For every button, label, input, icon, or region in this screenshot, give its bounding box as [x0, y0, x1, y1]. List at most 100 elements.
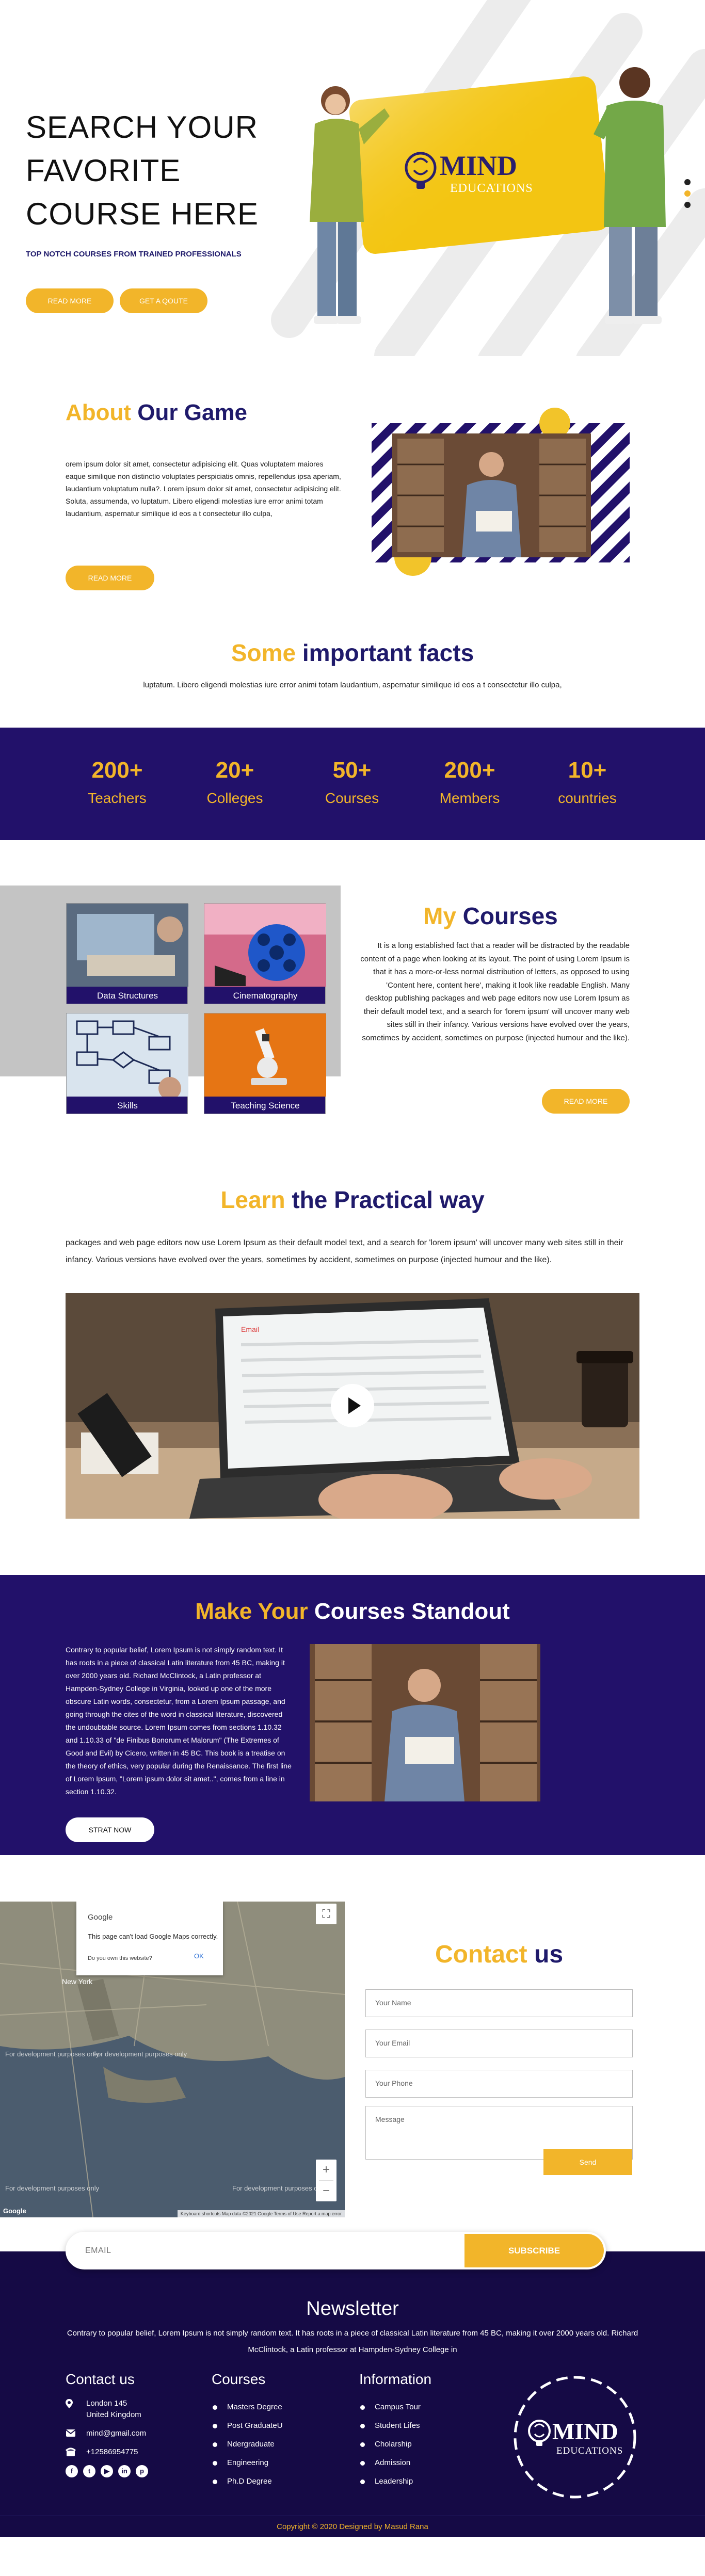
facts-title: Some important facts: [231, 639, 474, 666]
slider-dots[interactable]: [684, 178, 691, 209]
social-links: f t ▶ in p: [66, 2465, 148, 2477]
stats-band: 200+ Teachers 20+ Colleges 50+ Courses 200+…: [0, 728, 705, 840]
facebook-icon[interactable]: f: [66, 2465, 78, 2477]
footer-course-link[interactable]: Masters Degree: [212, 2398, 283, 2417]
zoom-out-icon[interactable]: −: [316, 2181, 337, 2201]
youtube-icon[interactable]: ▶: [101, 2465, 113, 2477]
email-field[interactable]: Your Email: [365, 2030, 633, 2057]
dialog-google-label: Google: [88, 1913, 113, 1922]
footer-courses-title: Courses: [212, 2371, 266, 2387]
email-icon: [66, 2429, 77, 2441]
footer-info-link[interactable]: Leadership: [359, 2472, 431, 2491]
fullscreen-icon[interactable]: ⛶: [316, 1904, 337, 1924]
standout-section: Make Your Courses Standout Contrary to p…: [0, 1575, 705, 1855]
screen-label: Email: [241, 1325, 259, 1333]
course-card-cinematography[interactable]: Cinematography: [204, 903, 326, 1004]
facts-text: luptatum. Libero eligendi molestias iure…: [143, 681, 562, 689]
name-field[interactable]: Your Name: [365, 1989, 633, 2017]
footer-information-title: Information: [359, 2371, 432, 2387]
footer-info-link[interactable]: Student Lifes: [359, 2417, 431, 2435]
hero-subtitle: TOP NOTCH COURSES FROM TRAINED PROFESSIO…: [26, 250, 242, 259]
map-error-dialog: Google This page can't load Google Maps …: [76, 1902, 223, 1975]
learn-text: packages and web page editors now use Lo…: [66, 1238, 623, 1264]
map-contact-section: New York For development purposes only F…: [0, 1855, 705, 2232]
footer-email[interactable]: mind@gmail.com: [66, 2428, 148, 2439]
hero-title: SEARCH YOUR FAVORITE COURSE HERE: [26, 110, 259, 231]
hero-logo-text: MIND: [440, 150, 517, 181]
footer-info-link[interactable]: Campus Tour: [359, 2398, 431, 2417]
about-section: About Our Game orem ipsum dolor sit amet…: [0, 356, 705, 590]
stat-countries: 10+ countries: [558, 758, 617, 806]
subscribe-button[interactable]: SUBSCRIBE: [464, 2234, 604, 2267]
start-now-button[interactable]: STRAT NOW: [66, 1817, 154, 1842]
footer-logo: MIND EDUCATIONS: [511, 2373, 639, 2504]
about-title: About Our Game: [66, 400, 248, 425]
footer-info-link[interactable]: Admission: [359, 2454, 431, 2472]
hero-read-more-button[interactable]: READ MORE: [26, 288, 114, 313]
dialog-question: Do you own this website?: [88, 1955, 152, 1961]
dialog-ok-button[interactable]: OK: [194, 1952, 204, 1960]
zoom-controls: + −: [316, 2160, 337, 2201]
courses-read-more-button[interactable]: READ MORE: [542, 1089, 630, 1114]
course-image-microscope: [204, 1013, 326, 1097]
map-city-label: New York: [62, 1977, 93, 1986]
map-dev-watermark: For development purposes only: [93, 2050, 187, 2058]
video-player[interactable]: Email: [66, 1293, 639, 1519]
map-dev-watermark: For development purposes only: [5, 2050, 100, 2058]
footer-address: London 145 United Kingdom: [66, 2398, 148, 2421]
map-google-logo: Google: [3, 2207, 26, 2215]
footer-logo-text: MIND: [552, 2418, 618, 2444]
copyright: Copyright © 2020 Designed by Masud Rana: [0, 2516, 705, 2537]
course-card-label: Data Structures: [97, 991, 158, 1001]
footer-course-link[interactable]: Post GraduateU: [212, 2417, 283, 2435]
footer-logo-subtext: EDUCATIONS: [556, 2445, 623, 2456]
contact-title: Contact us: [435, 1941, 564, 1968]
footer-courses-column: Courses Masters Degree Post GraduateU Nd…: [212, 2371, 283, 2491]
newsletter-email-input[interactable]: EMAIL: [85, 2234, 111, 2267]
hero-logo-subtext: EDUCATIONS: [450, 182, 533, 195]
newsletter-title: Newsletter: [306, 2298, 399, 2320]
footer-phone[interactable]: +12586954775: [66, 2446, 148, 2458]
course-card-skills[interactable]: Skills: [66, 1013, 188, 1114]
footer-course-link[interactable]: Engineering: [212, 2454, 283, 2472]
phone-field[interactable]: Your Phone: [365, 2070, 633, 2098]
footer-course-link[interactable]: Ndergraduate: [212, 2435, 283, 2454]
courses-text: It is a long established fact that a rea…: [360, 941, 630, 1042]
hero-get-quote-button[interactable]: GET A QOUTE: [120, 288, 207, 313]
footer-brain-icon: [528, 2420, 551, 2446]
standout-title: Make Your Courses Standout: [195, 1599, 510, 1624]
phone-icon: [66, 2448, 77, 2460]
courses-section: Data Structures Cinematography Skills Te…: [0, 840, 705, 1141]
map-dev-watermark: For development purposes only: [232, 2184, 327, 2192]
course-card-data-structures[interactable]: Data Structures: [66, 903, 188, 1004]
courses-title: My Courses: [423, 903, 558, 929]
learn-section: Learn the Practical way packages and web…: [0, 1141, 705, 1575]
pinterest-icon[interactable]: p: [136, 2465, 148, 2477]
course-image-laptop: [67, 904, 188, 987]
google-map[interactable]: New York For development purposes only F…: [0, 1902, 345, 2217]
newsletter-text: Contrary to popular belief, Lorem Ipsum …: [67, 2329, 638, 2354]
dialog-error-text: This page can't load Google Maps correct…: [88, 1933, 218, 1940]
footer-info-link[interactable]: Cholarship: [359, 2435, 431, 2454]
footer-contact-column: Contact us London 145 United Kingdom mind…: [66, 2371, 148, 2477]
location-pin-icon: [66, 2399, 77, 2412]
subscribe-bar: EMAIL SUBSCRIBE: [0, 2232, 705, 2271]
footer: Newsletter Contrary to popular belief, L…: [0, 2251, 705, 2537]
zoom-in-icon[interactable]: +: [316, 2160, 337, 2180]
course-image-film-reel: [204, 904, 326, 987]
course-card-label: Skills: [117, 1101, 138, 1110]
footer-course-link[interactable]: Ph.D Degree: [212, 2472, 283, 2491]
facts-section: Some important facts luptatum. Libero el…: [0, 586, 705, 728]
standout-text: Contrary to popular belief, Lorem Ipsum …: [66, 1646, 292, 1796]
stat-members: 200+ Members: [439, 758, 500, 806]
course-card-label: Teaching Science: [231, 1101, 300, 1110]
linkedin-icon[interactable]: in: [118, 2465, 131, 2477]
map-attribution[interactable]: Keyboard shortcuts Map data ©2021 Google…: [177, 2210, 345, 2217]
play-button-icon[interactable]: [330, 1383, 375, 1428]
standout-image: [310, 1644, 540, 1801]
stat-teachers: 200+ Teachers: [88, 758, 147, 806]
course-card-teaching-science[interactable]: Teaching Science: [204, 1013, 326, 1114]
send-button[interactable]: Send: [543, 2149, 632, 2175]
twitter-icon[interactable]: t: [83, 2465, 95, 2477]
course-card-label: Cinematography: [233, 991, 298, 1001]
